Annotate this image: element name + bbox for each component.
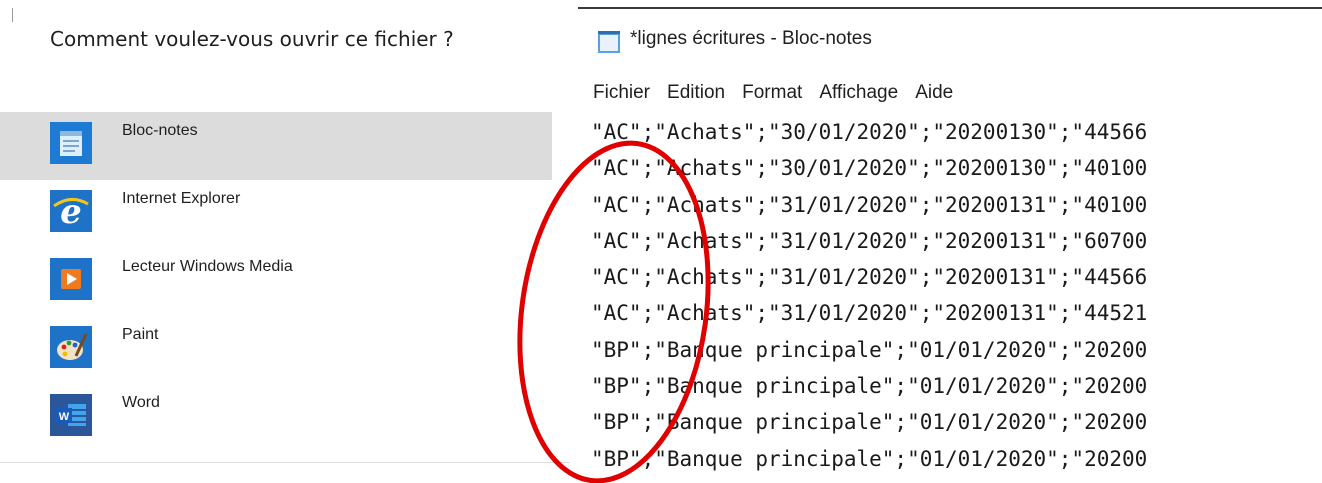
text-line: "AC";"Achats";"31/01/2020";"20200131";"4… — [591, 192, 1148, 217]
app-list: Bloc-notes e Internet Explorer Lecteur W… — [0, 112, 552, 452]
text-line: "AC";"Achats";"31/01/2020";"20200131";"4… — [591, 301, 1148, 326]
text-line: "AC";"Achats";"30/01/2020";"20200130";"4… — [591, 120, 1148, 144]
menu-format[interactable]: Format — [742, 78, 802, 108]
window-border — [578, 7, 1322, 9]
text-line: "BP";"Banque principale";"01/01/2020";"2… — [591, 374, 1148, 399]
notepad-icon — [50, 122, 92, 164]
svg-text:W: W — [59, 411, 70, 423]
app-item-word[interactable]: W Word — [0, 384, 552, 452]
text-line: "AC";"Achats";"31/01/2020";"20200131";"4… — [591, 265, 1148, 290]
text-line: "BP";"Banque principale";"01/01/2020";"2… — [591, 446, 1148, 471]
notepad-window: *lignes écritures - Bloc-notes Fichier E… — [578, 0, 1322, 483]
paint-icon — [50, 326, 92, 368]
menu-affichage[interactable]: Affichage — [819, 78, 898, 108]
window-title: *lignes écritures - Bloc-notes — [630, 28, 872, 49]
app-label: Internet Explorer — [122, 190, 241, 207]
menu-bar: Fichier Edition Format Affichage Aide — [593, 78, 970, 108]
app-label: Word — [122, 394, 160, 411]
app-label: Paint — [122, 326, 159, 343]
notepad-icon — [598, 31, 620, 53]
text-line: "AC";"Achats";"31/01/2020";"20200131";"6… — [591, 228, 1148, 253]
app-item-bloc-notes[interactable]: Bloc-notes — [0, 112, 552, 180]
divider — [12, 8, 13, 22]
windows-media-player-icon — [50, 258, 92, 300]
text-line: "AC";"Achats";"30/01/2020";"20200130";"4… — [591, 156, 1148, 181]
menu-aide[interactable]: Aide — [915, 78, 953, 108]
dialog-title: Comment voulez-vous ouvrir ce fichier ? — [50, 27, 454, 51]
app-label: Bloc-notes — [122, 122, 198, 139]
menu-fichier[interactable]: Fichier — [593, 78, 650, 108]
word-icon: W — [50, 394, 92, 436]
app-item-lecteur-windows-media[interactable]: Lecteur Windows Media — [0, 248, 552, 316]
text-line: "BP";"Banque principale";"01/01/2020";"2… — [591, 337, 1148, 362]
menu-edition[interactable]: Edition — [667, 78, 725, 108]
text-line: "BP";"Banque principale";"01/01/2020";"2… — [591, 410, 1148, 435]
app-item-paint[interactable]: Paint — [0, 316, 552, 384]
text-editor[interactable]: "AC";"Achats";"30/01/2020";"20200130";"4… — [591, 114, 1322, 483]
divider — [0, 462, 570, 463]
app-item-internet-explorer[interactable]: e Internet Explorer — [0, 180, 552, 248]
open-with-dialog: Comment voulez-vous ouvrir ce fichier ? … — [0, 0, 570, 465]
internet-explorer-icon: e — [50, 190, 92, 232]
app-label: Lecteur Windows Media — [122, 258, 293, 275]
